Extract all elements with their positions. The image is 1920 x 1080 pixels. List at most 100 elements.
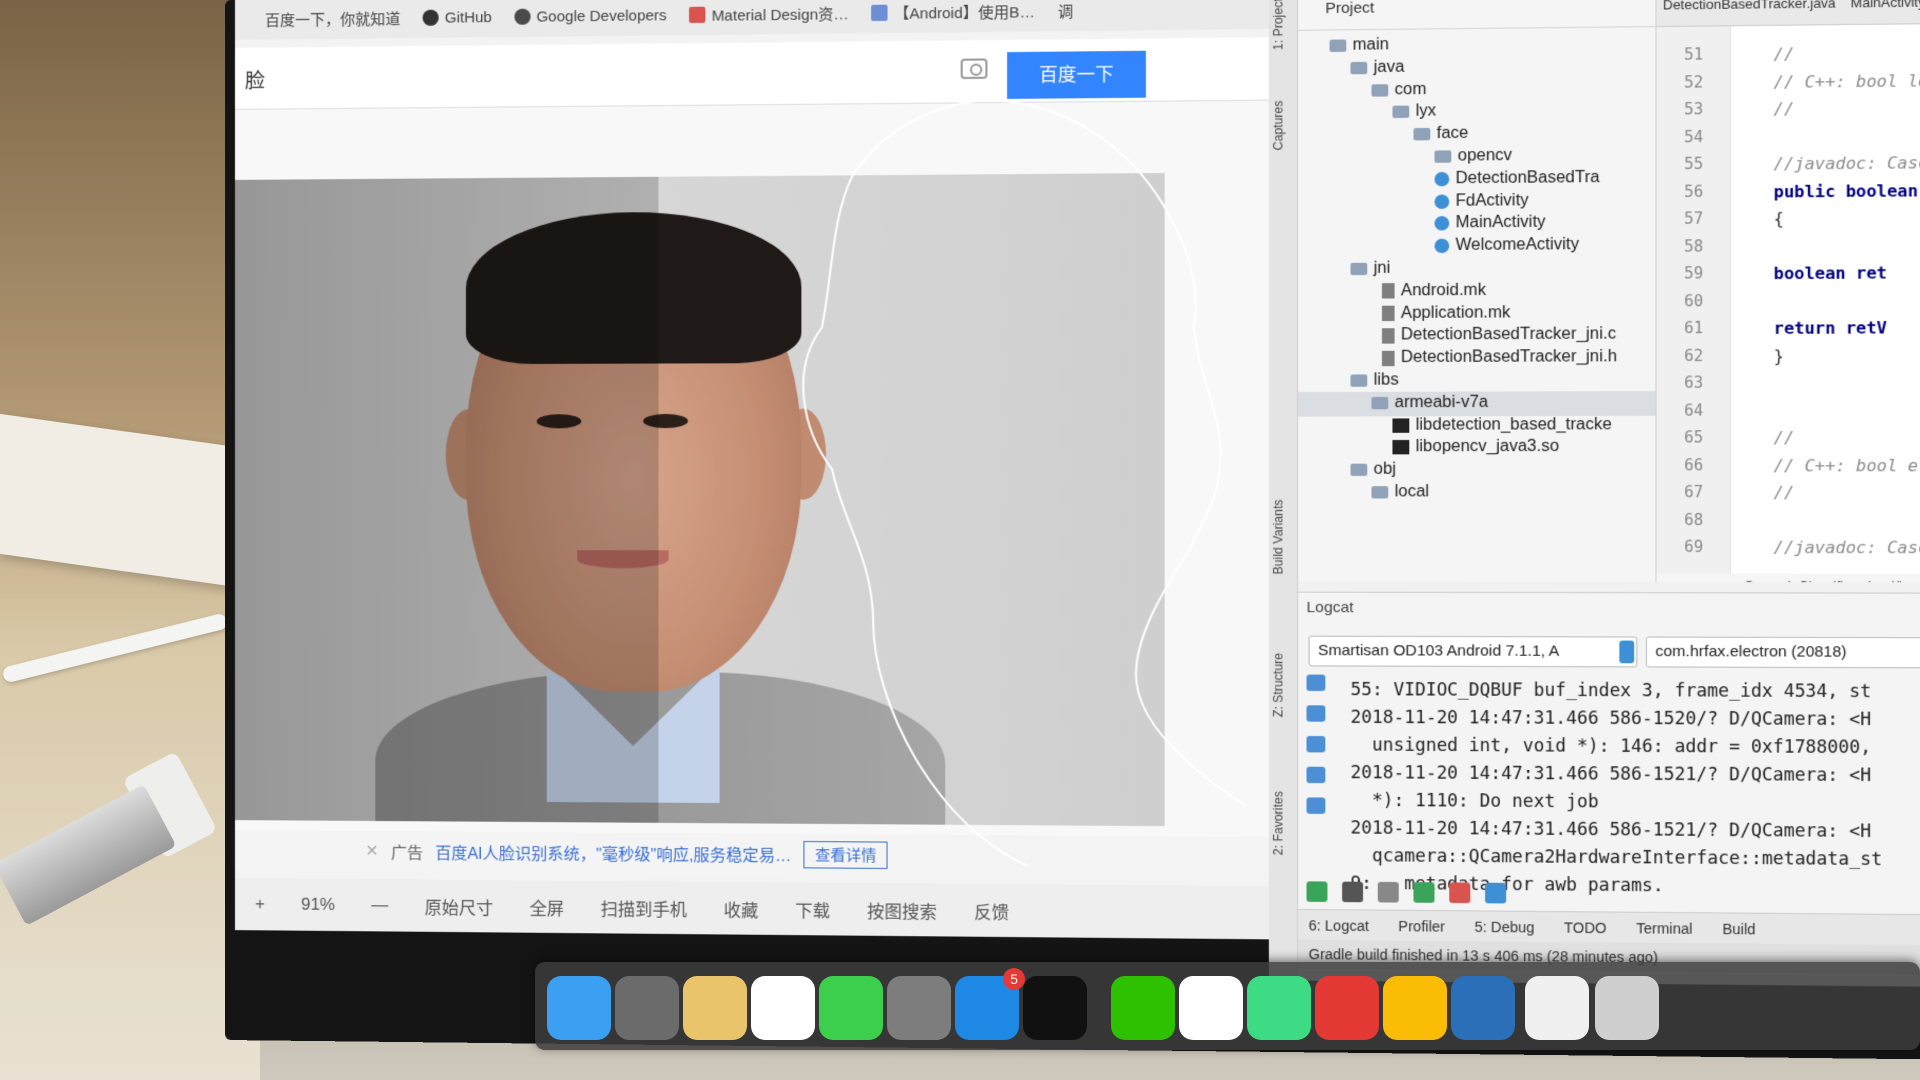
tree-item-label: armeabi-v7a bbox=[1394, 393, 1489, 412]
help-icon[interactable] bbox=[1485, 882, 1507, 904]
code-breadcrumb[interactable]: CascadeClassifier › load() bbox=[1656, 573, 1920, 583]
tree-item[interactable]: com bbox=[1371, 78, 1426, 101]
original-size-button[interactable]: 原始尺寸 bbox=[425, 893, 494, 919]
favorite-button[interactable]: 收藏 bbox=[724, 896, 759, 922]
project-header[interactable]: Project bbox=[1298, 0, 1656, 31]
tree-item[interactable]: DetectionBasedTra bbox=[1434, 166, 1600, 190]
search-by-image-button[interactable]: 按图搜索 bbox=[867, 897, 937, 923]
tab-debug[interactable]: 5: Debug bbox=[1474, 918, 1534, 935]
launchpad-icon[interactable] bbox=[615, 976, 679, 1040]
sourcetree-icon[interactable] bbox=[1451, 976, 1515, 1040]
record-icon[interactable] bbox=[1413, 882, 1435, 903]
ad-bar: ✕ 广告 百度AI人脸识别系统，"毫秒级"响应,服务稳定易… 查看详情 bbox=[234, 830, 1269, 878]
qq-icon[interactable] bbox=[1179, 976, 1243, 1040]
tab-detection-tracker[interactable]: DetectionBasedTracker.java bbox=[1663, 0, 1836, 13]
tab-captures[interactable]: Captures bbox=[1271, 100, 1296, 151]
tree-item[interactable]: libopencv_java3.so bbox=[1392, 436, 1559, 459]
notes-icon[interactable] bbox=[683, 976, 747, 1040]
tab-build-variants[interactable]: Build Variants bbox=[1271, 500, 1296, 575]
finder-icon[interactable] bbox=[547, 976, 611, 1040]
tree-item[interactable]: lyx bbox=[1392, 101, 1436, 124]
browser-window: 百度一下，你就知道 GitHub Google Developers Mater… bbox=[234, 0, 1269, 940]
photos-icon[interactable] bbox=[751, 976, 815, 1040]
tree-item[interactable]: face bbox=[1413, 123, 1468, 146]
bookmark-material-design[interactable]: Material Design资… bbox=[689, 3, 849, 26]
tree-item[interactable]: jni bbox=[1350, 257, 1390, 280]
gear-icon[interactable] bbox=[1342, 881, 1364, 903]
device-select[interactable]: Smartisan OD103 Android 7.1.1, A bbox=[1308, 635, 1638, 668]
facetime-icon[interactable] bbox=[819, 976, 883, 1040]
netease-music-icon[interactable] bbox=[1315, 976, 1379, 1040]
line-number: 66 bbox=[1684, 455, 1704, 475]
feedback-button[interactable]: 反馈 bbox=[974, 898, 1009, 924]
tab-project[interactable]: 1: Project bbox=[1271, 0, 1296, 50]
soft-wrap-icon[interactable] bbox=[1306, 797, 1326, 814]
search-button[interactable]: 百度一下 bbox=[1007, 50, 1146, 99]
bookmark-android[interactable]: 【Android】使用B… bbox=[871, 0, 1035, 23]
ad-details-button[interactable]: 查看详情 bbox=[803, 840, 888, 869]
tree-item[interactable]: Application.mk bbox=[1381, 302, 1510, 325]
fullscreen-button[interactable]: 全屏 bbox=[530, 894, 564, 919]
logcat-output[interactable]: 55: VIDIOC_DQBUF buf_index 3, frame_idx … bbox=[1350, 677, 1920, 903]
code-line: // bbox=[1773, 44, 1795, 65]
zoom-out-button[interactable]: — bbox=[371, 895, 388, 915]
tab-terminal[interactable]: Terminal bbox=[1636, 919, 1692, 936]
line-number: 68 bbox=[1684, 510, 1704, 529]
bookmark-more[interactable]: 调 bbox=[1058, 0, 1074, 22]
tab-structure[interactable]: Z: Structure bbox=[1271, 653, 1296, 717]
stop-icon[interactable] bbox=[1449, 882, 1471, 904]
wechat-icon[interactable] bbox=[1111, 976, 1175, 1040]
tree-item[interactable]: local bbox=[1371, 481, 1429, 504]
tree-item[interactable]: FdActivity bbox=[1434, 189, 1529, 212]
tree-item-label: opencv bbox=[1457, 146, 1513, 165]
tree-item[interactable]: MainActivity bbox=[1434, 212, 1546, 235]
up-arrow-icon[interactable] bbox=[1306, 735, 1326, 753]
tab-build[interactable]: Build bbox=[1722, 920, 1755, 937]
scan-to-phone-button[interactable]: 扫描到手机 bbox=[601, 895, 687, 921]
camera-icon[interactable] bbox=[1377, 881, 1399, 903]
logcat-side-tools bbox=[1298, 674, 1334, 900]
tree-item[interactable]: obj bbox=[1350, 459, 1396, 482]
tree-item[interactable]: WelcomeActivity bbox=[1434, 234, 1579, 257]
tab-main-activity[interactable]: MainActivity.j bbox=[1851, 0, 1920, 11]
code-line: public boolean bbox=[1773, 180, 1918, 202]
tree-item[interactable]: Android.mk bbox=[1381, 279, 1487, 302]
tab-favorites[interactable]: 2: Favorites bbox=[1271, 791, 1296, 855]
download-button[interactable]: 下载 bbox=[795, 896, 830, 922]
zoom-in-button[interactable]: + bbox=[255, 894, 265, 914]
scroll-end-icon[interactable] bbox=[1306, 705, 1326, 722]
tab-logcat[interactable]: 6: Logcat bbox=[1309, 917, 1369, 934]
trash-icon[interactable] bbox=[1306, 674, 1326, 692]
search-input[interactable] bbox=[244, 56, 802, 96]
android-studio-icon[interactable] bbox=[1247, 976, 1311, 1040]
bookmark-baidu[interactable]: 百度一下，你就知道 bbox=[265, 8, 400, 31]
process-select[interactable]: com.hrfax.electron (20818) bbox=[1645, 636, 1920, 669]
project-panel: Project main java com lyx face opencv Detectio… bbox=[1298, 0, 1657, 582]
bookmark-google-developers[interactable]: Google Developers bbox=[514, 7, 667, 26]
tree-item-label: local bbox=[1394, 483, 1430, 501]
document-icon[interactable] bbox=[1525, 976, 1589, 1040]
tree-item[interactable]: main bbox=[1329, 34, 1389, 57]
settings-icon[interactable] bbox=[887, 976, 951, 1040]
tree-item[interactable]: libdetection_based_tracke bbox=[1392, 413, 1612, 436]
tree-item-label: Android.mk bbox=[1400, 281, 1487, 300]
trash-icon[interactable] bbox=[1595, 976, 1659, 1040]
code-line: } bbox=[1773, 345, 1784, 366]
tree-item[interactable]: libs bbox=[1350, 369, 1399, 392]
tree-item[interactable]: java bbox=[1350, 56, 1404, 79]
bookmark-github[interactable]: GitHub bbox=[422, 9, 492, 27]
down-arrow-icon[interactable] bbox=[1306, 766, 1326, 784]
close-icon[interactable]: ✕ bbox=[365, 841, 378, 861]
camera-icon[interactable] bbox=[960, 58, 988, 80]
tree-item[interactable]: opencv bbox=[1434, 145, 1513, 168]
tree-item-label: java bbox=[1373, 58, 1405, 76]
ad-link[interactable]: 百度AI人脸识别系统，"毫秒级"响应,服务稳定易… bbox=[435, 839, 791, 866]
tree-item[interactable]: armeabi-v7a bbox=[1371, 391, 1488, 414]
terminal-icon[interactable] bbox=[1023, 976, 1087, 1040]
tab-profiler[interactable]: Profiler bbox=[1398, 917, 1445, 934]
tree-item[interactable]: DetectionBasedTracker_jni.h bbox=[1381, 346, 1617, 369]
tab-todo[interactable]: TODO bbox=[1564, 919, 1607, 936]
chrome-icon[interactable] bbox=[1383, 976, 1447, 1040]
tree-item[interactable]: DetectionBasedTracker_jni.c bbox=[1381, 324, 1616, 348]
restart-icon[interactable] bbox=[1306, 881, 1328, 902]
